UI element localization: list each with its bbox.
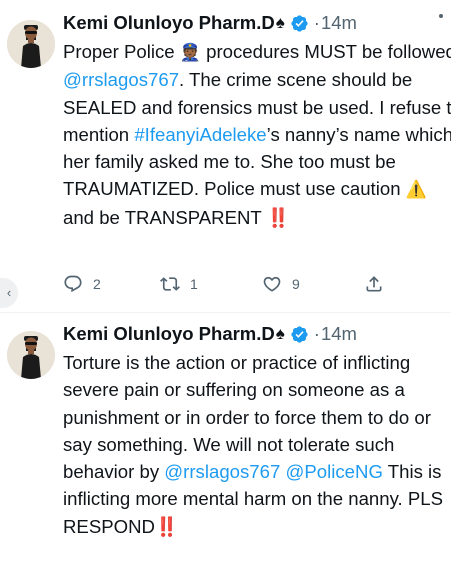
retweet-count: 1 bbox=[190, 276, 198, 292]
share-button[interactable] bbox=[364, 274, 384, 294]
name-spade-emoji: ♠ bbox=[275, 13, 285, 32]
header-separator: · bbox=[313, 12, 320, 33]
author-name[interactable]: Kemi Olunloyo Pharm.D bbox=[63, 321, 275, 347]
mention-link[interactable]: @rrslagos767 bbox=[164, 461, 280, 482]
verified-badge-icon bbox=[290, 325, 309, 344]
reply-button[interactable]: 2 bbox=[63, 274, 101, 294]
verified-badge-icon bbox=[290, 14, 309, 33]
avatar[interactable] bbox=[7, 331, 55, 379]
like-count: 9 bbox=[292, 276, 300, 292]
tweet-header: Kemi Olunloyo Pharm.D ♠ · 14m bbox=[63, 10, 357, 36]
header-separator: · bbox=[313, 323, 320, 344]
double-exclamation-emoji: ‼️ bbox=[266, 206, 290, 228]
text-segment: procedures MUST be followed bbox=[200, 41, 451, 62]
avatar-image bbox=[7, 331, 55, 379]
retweet-button[interactable]: 1 bbox=[160, 274, 198, 294]
warning-emoji: ⚠️ bbox=[405, 180, 427, 200]
name-spade-emoji: ♠ bbox=[275, 324, 285, 343]
mention-link[interactable]: @rrslagos767 bbox=[63, 69, 179, 90]
tweet-2[interactable]: Kemi Olunloyo Pharm.D ♠ · 14m Torture is… bbox=[0, 312, 451, 570]
share-icon bbox=[366, 276, 382, 292]
tweet-1[interactable]: Kemi Olunloyo Pharm.D ♠ · 14m Proper Pol… bbox=[0, 0, 451, 312]
tweet-timestamp[interactable]: 14m bbox=[321, 321, 357, 347]
avatar-image bbox=[7, 20, 55, 68]
author-name[interactable]: Kemi Olunloyo Pharm.D bbox=[63, 10, 275, 36]
tweet-header: Kemi Olunloyo Pharm.D ♠ · 14m bbox=[63, 321, 357, 347]
text-segment: Proper Police bbox=[63, 41, 180, 62]
like-button[interactable]: 9 bbox=[262, 274, 300, 294]
more-options-dot[interactable] bbox=[439, 14, 443, 18]
retweet-icon bbox=[160, 277, 180, 291]
tweet-text: Proper Police 👮🏾 procedures MUST be foll… bbox=[63, 38, 451, 231]
like-icon bbox=[263, 276, 281, 292]
hashtag-link[interactable]: #IfeanyiAdeleke bbox=[134, 124, 266, 145]
tweet-text: Torture is the action or practice of inf… bbox=[63, 349, 451, 540]
chevron-left-icon[interactable]: ‹ bbox=[0, 278, 18, 308]
reply-icon bbox=[64, 275, 82, 293]
mention-link[interactable]: @PoliceNG bbox=[286, 461, 383, 482]
tweet-timestamp[interactable]: 14m bbox=[321, 10, 357, 36]
avatar[interactable] bbox=[7, 20, 55, 68]
tweet-actions: 2 1 9 bbox=[63, 272, 393, 296]
police-officer-emoji: 👮🏾 bbox=[179, 43, 201, 62]
double-exclamation-emoji: ‼️ bbox=[154, 515, 178, 537]
reply-count: 2 bbox=[93, 276, 101, 292]
